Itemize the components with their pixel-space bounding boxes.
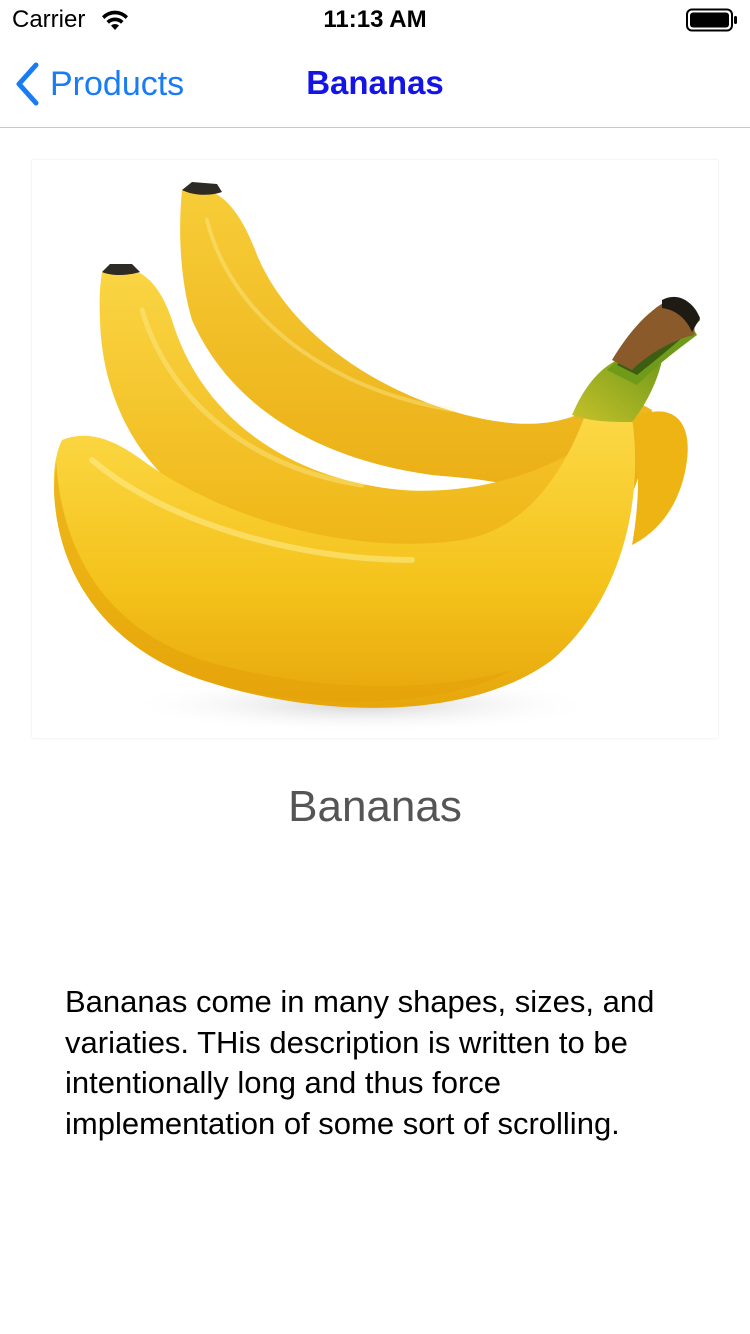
status-bar: Carrier 11:13 AM — [0, 0, 750, 40]
nav-title: Bananas — [306, 64, 444, 101]
status-time: 11:13 AM — [323, 6, 427, 33]
product-image — [32, 160, 718, 738]
navigation-bar: Products Bananas — [0, 40, 750, 128]
battery-icon — [686, 8, 737, 32]
product-name: Bananas — [288, 782, 462, 831]
product-description: Bananas come in many shapes, sizes, and … — [65, 984, 655, 1141]
